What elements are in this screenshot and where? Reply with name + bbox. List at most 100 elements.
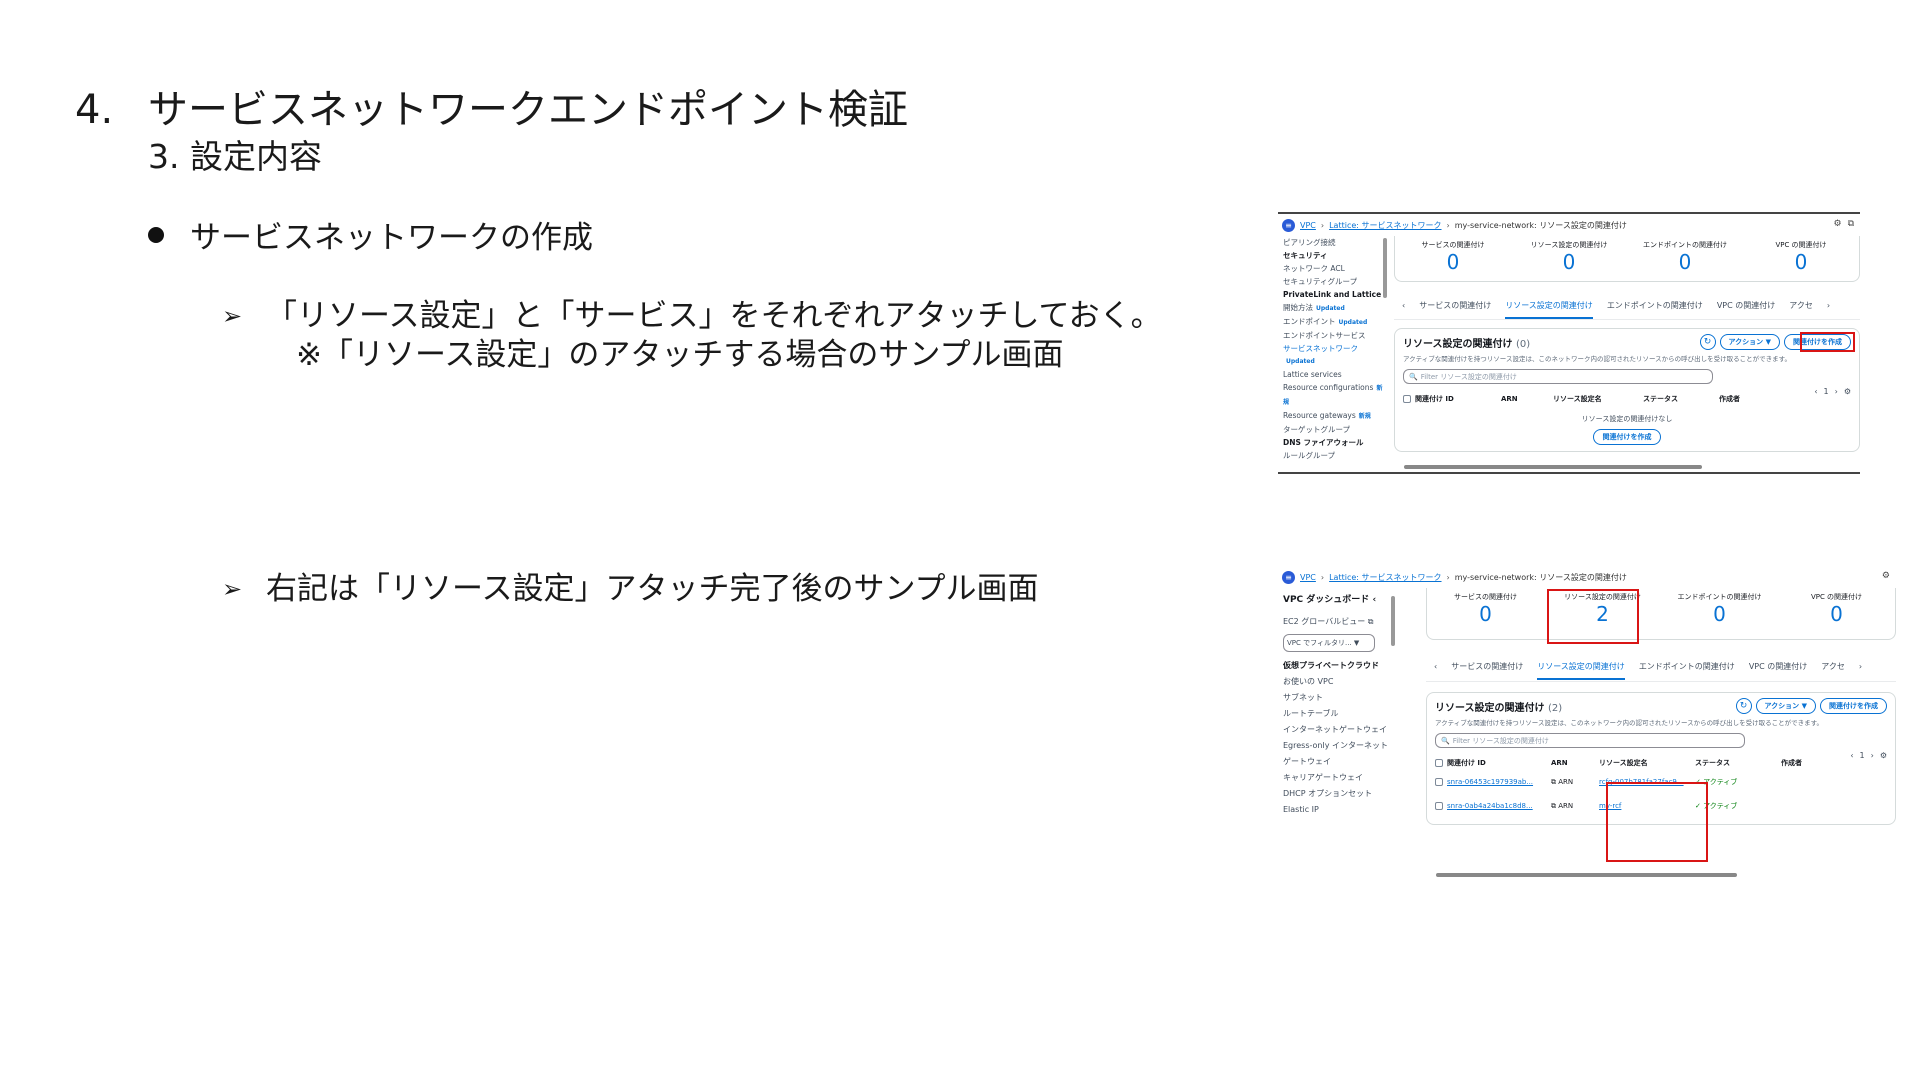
sidebar-item[interactable]: ターゲットグループ xyxy=(1283,423,1388,436)
stat-value[interactable]: 0 xyxy=(1511,250,1627,274)
menu-icon[interactable]: ≡ xyxy=(1282,570,1295,584)
sidebar-item[interactable]: Resource configurations 新規 xyxy=(1283,381,1388,409)
resource-config-link[interactable]: my-rcf xyxy=(1599,802,1691,810)
chevron-right-icon[interactable]: › xyxy=(1871,751,1874,760)
tab-endpoint-associations[interactable]: エンドポイントの関連付け xyxy=(1607,300,1703,311)
stat-value[interactable]: 0 xyxy=(1661,602,1778,626)
sidebar-item[interactable]: サブネット xyxy=(1283,690,1390,706)
collapse-icon[interactable]: ‹ xyxy=(1372,595,1376,605)
stat-value[interactable]: 0 xyxy=(1627,250,1743,274)
chevron-left-icon[interactable]: ‹ xyxy=(1402,301,1405,310)
column-header[interactable]: リソース設定名 xyxy=(1553,394,1639,404)
tab-access[interactable]: アクセ xyxy=(1821,661,1845,672)
stat-value[interactable]: 0 xyxy=(1427,602,1544,626)
chevron-right-icon[interactable]: › xyxy=(1859,662,1862,671)
breadcrumb-lattice[interactable]: Lattice: サービスネットワーク xyxy=(1329,220,1441,231)
stat-value[interactable]: 0 xyxy=(1743,250,1859,274)
refresh-icon[interactable]: ↻ xyxy=(1699,334,1716,350)
copy-icon[interactable]: ⧉ xyxy=(1551,778,1556,786)
select-all-checkbox[interactable] xyxy=(1435,759,1443,767)
sidebar-section[interactable]: VPC ダッシュボード ‹ xyxy=(1283,592,1390,608)
sidebar-item[interactable]: ルールグループ xyxy=(1283,449,1388,462)
chevron-right-icon[interactable]: › xyxy=(1835,387,1838,396)
actions-button[interactable]: アクション ▼ xyxy=(1719,334,1780,350)
sidebar-scrollbar[interactable] xyxy=(1383,238,1387,298)
sidebar-section[interactable]: セキュリティ xyxy=(1283,249,1388,262)
column-header[interactable]: リソース設定名 xyxy=(1599,758,1691,768)
sidebar-item[interactable]: Lattice services xyxy=(1283,368,1388,381)
sidebar-item[interactable]: Egress-only インターネットゲートウェイ xyxy=(1283,738,1390,770)
association-id-link[interactable]: snra-06453c197939ab... xyxy=(1447,778,1547,786)
sidebar-scrollbar[interactable] xyxy=(1391,596,1395,646)
sidebar-item[interactable]: ルートテーブル xyxy=(1283,706,1390,722)
sidebar-item[interactable]: エンドポイントサービス xyxy=(1283,329,1388,342)
stat-value[interactable]: 2 xyxy=(1544,602,1661,626)
column-header[interactable]: ARN xyxy=(1551,759,1595,767)
page-number[interactable]: 1 xyxy=(1860,751,1865,760)
vpc-filter-select[interactable]: VPC でフィルタリ... ▼ xyxy=(1283,634,1375,652)
breadcrumb-lattice[interactable]: Lattice: サービスネットワーク xyxy=(1329,572,1441,583)
sidebar-section[interactable]: 仮想プライベートクラウド xyxy=(1283,658,1390,674)
column-header[interactable]: 作成者 xyxy=(1719,394,1740,404)
menu-icon[interactable]: ≡ xyxy=(1282,218,1295,232)
sidebar-item[interactable]: ピアリング接続 xyxy=(1283,236,1388,249)
resource-config-link[interactable]: rcfg-007b781fa27fac9... xyxy=(1599,778,1691,786)
copy-icon[interactable]: ⧉ xyxy=(1551,802,1556,810)
sidebar-section[interactable]: PrivateLink and Lattice xyxy=(1283,288,1388,301)
chevron-left-icon[interactable]: ‹ xyxy=(1814,387,1817,396)
column-header[interactable]: 関連付け ID xyxy=(1415,394,1497,404)
tab-resource-config-associations[interactable]: リソース設定の関連付け xyxy=(1505,292,1593,319)
sidebar-item[interactable]: セキュリティグループ xyxy=(1283,275,1388,288)
tab-endpoint-associations[interactable]: エンドポイントの関連付け xyxy=(1639,661,1735,672)
breadcrumb-vpc[interactable]: VPC xyxy=(1300,573,1316,582)
sidebar-item[interactable]: インターネットゲートウェイ xyxy=(1283,722,1390,738)
gear-icon[interactable]: ⚙ xyxy=(1880,751,1887,760)
gear-icon[interactable]: ⚙ xyxy=(1844,387,1851,396)
tab-service-associations[interactable]: サービスの関連付け xyxy=(1419,300,1491,311)
sidebar-item[interactable]: Resource gateways 新規 xyxy=(1283,409,1388,423)
actions-button[interactable]: アクション ▼ xyxy=(1755,698,1816,714)
column-header[interactable]: ステータス xyxy=(1695,758,1777,768)
create-association-button[interactable]: 関連付けを作成 xyxy=(1784,334,1851,350)
tab-vpc-associations[interactable]: VPC の関連付け xyxy=(1717,300,1775,311)
horizontal-scrollbar[interactable] xyxy=(1426,872,1896,878)
chevron-left-icon[interactable]: ‹ xyxy=(1850,751,1853,760)
sidebar-item[interactable]: 開始方法 Updated xyxy=(1283,301,1388,315)
sidebar-item[interactable]: エンドポイント Updated xyxy=(1283,315,1388,329)
sidebar-item[interactable]: Elastic IP xyxy=(1283,802,1390,818)
column-header[interactable]: ARN xyxy=(1501,395,1549,403)
row-checkbox[interactable] xyxy=(1435,778,1443,786)
horizontal-scrollbar[interactable] xyxy=(1394,464,1860,470)
table-row[interactable]: snra-0ab4a24ba1c8d8... ⧉ ARN my-rcf ✓ アク… xyxy=(1435,794,1887,818)
table-row[interactable]: snra-06453c197939ab... ⧉ ARN rcfg-007b78… xyxy=(1435,770,1887,794)
sidebar-item[interactable]: キャリアゲートウェイ xyxy=(1283,770,1390,786)
chevron-right-icon[interactable]: › xyxy=(1827,301,1830,310)
select-all-checkbox[interactable] xyxy=(1403,395,1411,403)
sidebar-section[interactable]: DNS ファイアウォール xyxy=(1283,436,1388,449)
chevron-left-icon[interactable]: ‹ xyxy=(1434,662,1437,671)
create-association-button[interactable]: 関連付けを作成 xyxy=(1820,698,1887,714)
column-header[interactable]: ステータス xyxy=(1643,394,1715,404)
tab-resource-config-associations[interactable]: リソース設定の関連付け xyxy=(1537,653,1625,680)
stat-value[interactable]: 0 xyxy=(1395,250,1511,274)
page-number[interactable]: 1 xyxy=(1824,387,1829,396)
help-icon[interactable]: ⧉ xyxy=(1848,219,1854,229)
empty-create-button[interactable]: 関連付けを作成 xyxy=(1593,429,1661,445)
sidebar-item[interactable]: EC2 グローバルビュー ⧉ xyxy=(1283,614,1390,630)
filter-input[interactable]: 🔍 Filter リソース設定の関連付け xyxy=(1435,733,1745,748)
filter-input[interactable]: 🔍 Filter リソース設定の関連付け xyxy=(1403,369,1713,384)
arn-copy[interactable]: ⧉ ARN xyxy=(1551,802,1595,811)
tab-vpc-associations[interactable]: VPC の関連付け xyxy=(1749,661,1807,672)
tab-access[interactable]: アクセ xyxy=(1789,300,1813,311)
settings-icon[interactable]: ⚙ xyxy=(1833,219,1841,229)
sidebar-item[interactable]: DHCP オプションセット xyxy=(1283,786,1390,802)
sidebar-item-active[interactable]: サービスネットワーク xyxy=(1283,342,1388,355)
stat-value[interactable]: 0 xyxy=(1778,602,1895,626)
refresh-icon[interactable]: ↻ xyxy=(1735,698,1752,714)
association-id-link[interactable]: snra-0ab4a24ba1c8d8... xyxy=(1447,802,1547,810)
settings-icon[interactable]: ⚙ xyxy=(1882,571,1890,581)
sidebar-item[interactable]: お使いの VPC xyxy=(1283,674,1390,690)
breadcrumb-vpc[interactable]: VPC xyxy=(1300,221,1316,230)
sidebar-item[interactable]: ネットワーク ACL xyxy=(1283,262,1388,275)
column-header[interactable]: 作成者 xyxy=(1781,758,1802,768)
